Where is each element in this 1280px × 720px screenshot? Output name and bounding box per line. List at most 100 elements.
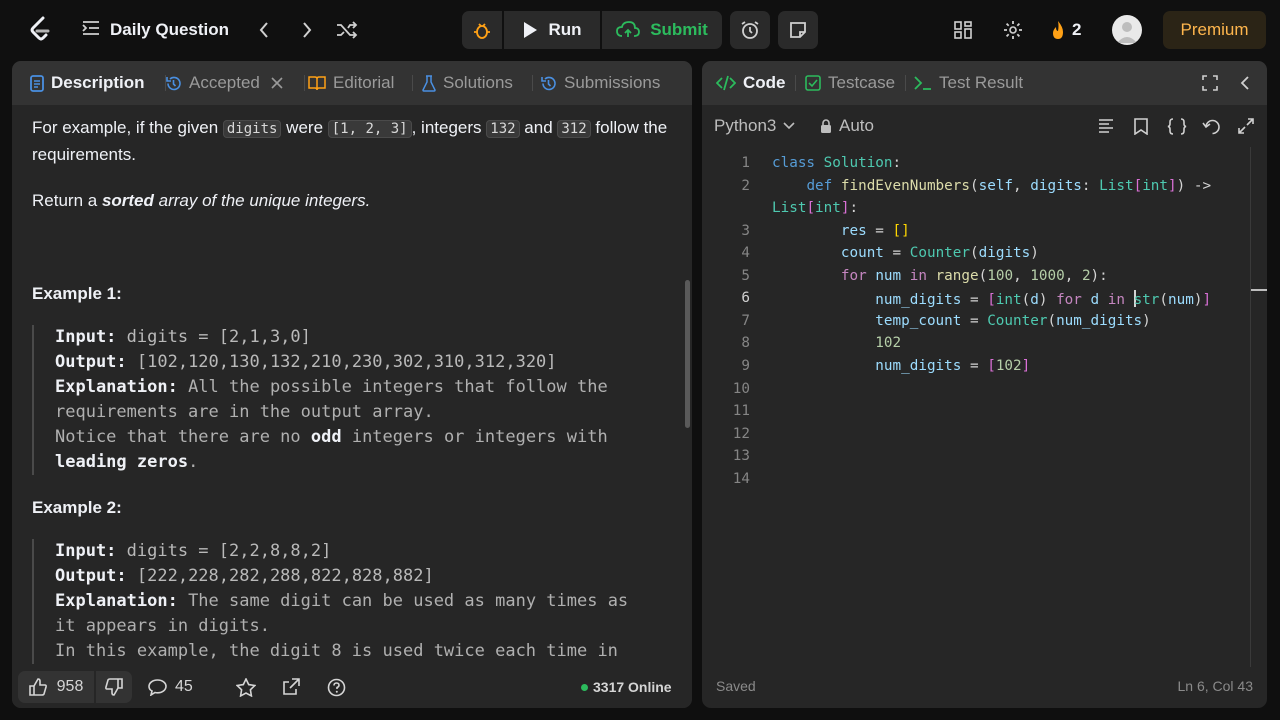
like-button[interactable]: 958	[18, 671, 94, 703]
play-icon	[524, 22, 538, 38]
share-icon	[283, 678, 300, 695]
tab-divider	[905, 75, 906, 91]
leetcode-logo-icon[interactable]	[26, 14, 54, 46]
prev-question-button[interactable]	[250, 16, 278, 44]
example-title: Example 2:	[32, 498, 122, 517]
streak-counter[interactable]: 2	[1050, 17, 1081, 43]
example-block: Input: digits = [2,1,3,0] Output: [102,1…	[32, 325, 668, 475]
chevron-down-icon	[783, 122, 795, 130]
next-question-button[interactable]	[293, 16, 321, 44]
undo-icon	[1202, 119, 1220, 134]
grid-layout-icon	[954, 21, 972, 39]
tab-test-result[interactable]: Test Result	[914, 61, 1023, 105]
favorite-button[interactable]	[236, 671, 256, 703]
share-button[interactable]	[282, 671, 300, 703]
line-number: 11	[732, 403, 750, 419]
text: For example, if the given	[32, 118, 223, 137]
run-submit-group: Run Submit	[462, 11, 722, 49]
notes-button[interactable]	[778, 11, 818, 49]
debug-button[interactable]	[462, 11, 502, 49]
description-paragraph: For example, if the given digits were [1…	[32, 115, 668, 168]
cloud-upload-icon	[616, 21, 641, 37]
close-icon	[271, 77, 283, 89]
explanation-text: it appears in digits.	[55, 616, 270, 636]
code-line: List[int]:	[772, 200, 859, 216]
text: , integers	[411, 118, 487, 137]
note-icon	[790, 22, 806, 38]
inline-code: [1, 2, 3]	[327, 120, 412, 138]
code-line: num_digits = [102]	[875, 358, 1031, 374]
fullscreen-button[interactable]	[1238, 105, 1254, 147]
like-count: 958	[56, 678, 84, 695]
premium-button[interactable]: Premium	[1163, 11, 1266, 49]
editor-cursor-marker	[1251, 289, 1267, 291]
list-icon	[82, 20, 100, 41]
thumbs-up-icon	[28, 678, 47, 696]
tab-testcase-label: Testcase	[828, 73, 896, 92]
terminal-icon	[914, 76, 931, 90]
chevron-left-icon	[259, 22, 268, 38]
maximize-button[interactable]	[1202, 61, 1218, 105]
collapse-panel-button[interactable]	[1240, 61, 1250, 105]
run-button[interactable]: Run	[504, 11, 600, 49]
chevron-left-icon	[1240, 76, 1249, 90]
problem-list-button[interactable]: Daily Question	[82, 18, 229, 42]
editor-scroll-track[interactable]	[1250, 147, 1251, 667]
right-tab-bar: Code Testcase Test Result	[702, 61, 1267, 105]
lock-icon	[821, 118, 831, 133]
bookmark-icon	[1134, 117, 1148, 135]
format-button[interactable]	[1098, 105, 1114, 147]
text: were	[281, 118, 328, 137]
tab-description[interactable]: Description	[30, 61, 145, 105]
avatar[interactable]	[1112, 15, 1142, 45]
comments-button[interactable]: 45	[148, 671, 193, 703]
reset-code-button[interactable]	[1202, 105, 1220, 147]
settings-button[interactable]	[999, 16, 1027, 44]
comment-count: 45	[175, 678, 193, 695]
tab-solutions[interactable]: Solutions	[422, 61, 513, 105]
layout-button[interactable]	[949, 16, 977, 44]
editor-status-bar: Saved Ln 6, Col 43	[702, 664, 1267, 708]
tab-accepted[interactable]: Accepted	[165, 61, 283, 105]
explanation-text: All the possible integers that follow th…	[177, 377, 608, 397]
description-scrollbar[interactable]	[685, 280, 690, 428]
help-button[interactable]	[327, 671, 346, 703]
gear-icon	[1004, 21, 1022, 39]
text: and	[519, 118, 558, 137]
random-question-button[interactable]	[333, 16, 361, 44]
tab-divider	[304, 75, 305, 91]
tab-editorial[interactable]: Editorial	[308, 61, 394, 105]
input-value: digits = [2,1,3,0]	[116, 327, 311, 347]
submit-button[interactable]: Submit	[602, 11, 722, 49]
explanation-text: integers or integers with	[341, 427, 608, 447]
saved-status: Saved	[716, 678, 756, 694]
auto-mode-toggle[interactable]: Auto	[820, 105, 874, 147]
tab-code[interactable]: Code	[716, 61, 786, 105]
alarm-clock-icon	[741, 21, 759, 39]
tab-test-result-label: Test Result	[939, 73, 1024, 92]
language-select[interactable]: Python3	[714, 105, 795, 147]
explanation-label: Explanation:	[55, 377, 178, 397]
dislike-button[interactable]	[96, 671, 132, 703]
explanation-text: The same digit can be used as many times…	[177, 591, 629, 611]
chevron-right-icon	[303, 22, 312, 38]
tab-divider	[795, 75, 796, 91]
problem-description: For example, if the given digits were [1…	[32, 105, 668, 665]
tab-submissions[interactable]: Submissions	[540, 61, 660, 105]
emphasis-text: leading zeros	[55, 452, 189, 472]
code-icon	[716, 75, 736, 91]
bug-icon	[474, 23, 490, 39]
document-icon	[30, 74, 44, 92]
code-line: temp_count = Counter(num_digits)	[875, 313, 1151, 329]
explanation-text: In this example, the digit 8 is used twi…	[55, 641, 618, 661]
tab-testcase[interactable]: Testcase	[805, 61, 895, 105]
tab-editorial-label: Editorial	[333, 73, 395, 92]
timer-button[interactable]	[730, 11, 770, 49]
code-line: for num in range(100, 1000, 2):	[840, 268, 1108, 284]
bookmark-button[interactable]	[1134, 105, 1148, 147]
braces-button[interactable]	[1167, 105, 1187, 147]
tab-divider	[412, 75, 413, 91]
emphasis-text: odd	[310, 427, 342, 447]
code-editor[interactable]: 1 2 3 4 5 6 7 8 9 10 11 12 13 14 class S…	[702, 153, 1250, 663]
submit-label: Submit	[650, 20, 708, 39]
